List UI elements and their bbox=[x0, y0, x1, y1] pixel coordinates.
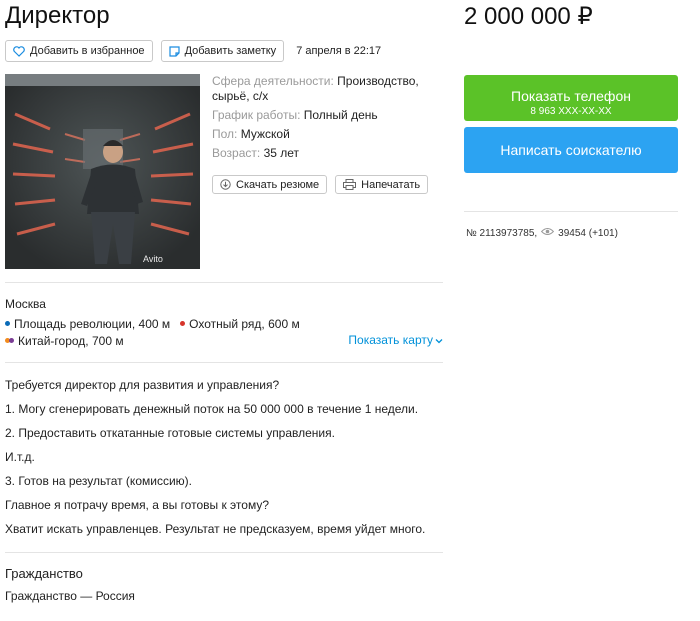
profile-photo[interactable]: Avito bbox=[5, 74, 200, 269]
city: Москва bbox=[5, 297, 46, 311]
add-note-button[interactable]: Добавить заметку bbox=[160, 40, 285, 62]
description-line: Требуется директор для развития и управл… bbox=[5, 378, 280, 392]
citizenship-value: Гражданство — Россия bbox=[5, 589, 135, 603]
metro-line: Площадь революции, 400 м Охотный ряд, 60… bbox=[5, 315, 445, 332]
divider bbox=[5, 362, 443, 363]
param-value: Полный день bbox=[303, 108, 378, 122]
param-gender: Пол: Мужской bbox=[212, 127, 444, 142]
price: 2 000 000 ₽ bbox=[464, 3, 593, 30]
param-label: Пол: bbox=[212, 127, 238, 141]
add-to-favorites-button[interactable]: Добавить в избранное bbox=[5, 40, 153, 62]
description-line: 3. Готов на результат (комиссию). bbox=[5, 474, 192, 488]
favorites-label: Добавить в избранное bbox=[30, 45, 145, 57]
metro-line-dot bbox=[5, 338, 14, 343]
description: Требуется директор для развития и управл… bbox=[5, 378, 445, 546]
publish-date: 7 апреля в 22:17 bbox=[296, 45, 382, 57]
description-line: Хватит искать управленцев. Результат не … bbox=[5, 522, 426, 536]
location-block: Москва Площадь революции, 400 м Охотный … bbox=[5, 297, 445, 349]
metro-line-dot bbox=[180, 321, 186, 326]
page-title: Директор bbox=[5, 2, 110, 29]
resume-actions: Скачать резюме Напечатать bbox=[212, 175, 429, 194]
metro-station-label: Охотный ряд, 600 м bbox=[189, 316, 300, 331]
divider bbox=[464, 211, 678, 212]
note-label: Добавить заметку bbox=[184, 45, 277, 57]
metro-station: Площадь революции, 400 м bbox=[5, 317, 170, 331]
metro-line-dot bbox=[5, 321, 10, 326]
print-button[interactable]: Напечатать bbox=[335, 175, 429, 194]
param-label: График работы: bbox=[212, 108, 301, 122]
divider bbox=[5, 282, 443, 283]
avito-watermark: Avito bbox=[143, 254, 163, 264]
param-schedule: График работы: Полный день bbox=[212, 108, 444, 123]
show-map-label: Показать карту bbox=[348, 333, 433, 347]
print-label: Напечатать bbox=[361, 178, 421, 191]
metro-station-label: Китай-город, 700 м bbox=[18, 333, 124, 348]
write-to-applicant-button[interactable]: Написать соискателю bbox=[464, 127, 678, 173]
eye-icon bbox=[541, 227, 555, 239]
description-line: 1. Могу сгенерировать денежный поток на … bbox=[5, 402, 419, 416]
masked-phone: 8 963 XXX-XX-XX bbox=[530, 105, 612, 117]
heart-icon bbox=[13, 45, 25, 57]
param-value: 35 лет bbox=[263, 146, 300, 160]
metro-station: Китай-город, 700 м bbox=[5, 334, 124, 348]
param-label: Возраст: bbox=[212, 146, 261, 160]
show-phone-button[interactable]: Показать телефон 8 963 XXX-XX-XX bbox=[464, 75, 678, 121]
ad-number: № 2113973785, bbox=[466, 227, 538, 239]
citizenship-heading: Гражданство bbox=[5, 566, 83, 581]
param-age: Возраст: 35 лет bbox=[212, 146, 444, 161]
description-line: 2. Предоставить откатанные готовые систе… bbox=[5, 426, 335, 440]
show-map-link[interactable]: Показать карту bbox=[348, 333, 443, 347]
param-label: Сфера деятельности: bbox=[212, 74, 334, 88]
metro-station-label: Площадь революции, 400 м bbox=[14, 316, 171, 331]
param-value: Мужской bbox=[240, 127, 290, 141]
view-count: 39454 (+101) bbox=[558, 227, 618, 239]
toolbar: Добавить в избранное Добавить заметку 7 … bbox=[5, 40, 381, 62]
download-resume-button[interactable]: Скачать резюме bbox=[212, 175, 328, 194]
param-sphere: Сфера деятельности: Производство, сырьё,… bbox=[212, 74, 444, 104]
chevron-down-icon bbox=[435, 333, 443, 347]
ad-meta: № 2113973785, 39454 (+101) bbox=[466, 227, 618, 239]
description-line: И.т.д. bbox=[5, 450, 35, 464]
divider bbox=[5, 552, 443, 553]
metro-station: Охотный ряд, 600 м bbox=[180, 317, 300, 331]
show-phone-label: Показать телефон bbox=[511, 87, 631, 104]
params-list: Сфера деятельности: Производство, сырьё,… bbox=[212, 74, 444, 165]
note-icon bbox=[168, 45, 180, 57]
download-icon bbox=[220, 179, 231, 190]
printer-icon bbox=[343, 179, 357, 190]
description-line: Главное я потрачу время, а вы готовы к э… bbox=[5, 498, 269, 512]
download-label: Скачать резюме bbox=[236, 178, 320, 191]
